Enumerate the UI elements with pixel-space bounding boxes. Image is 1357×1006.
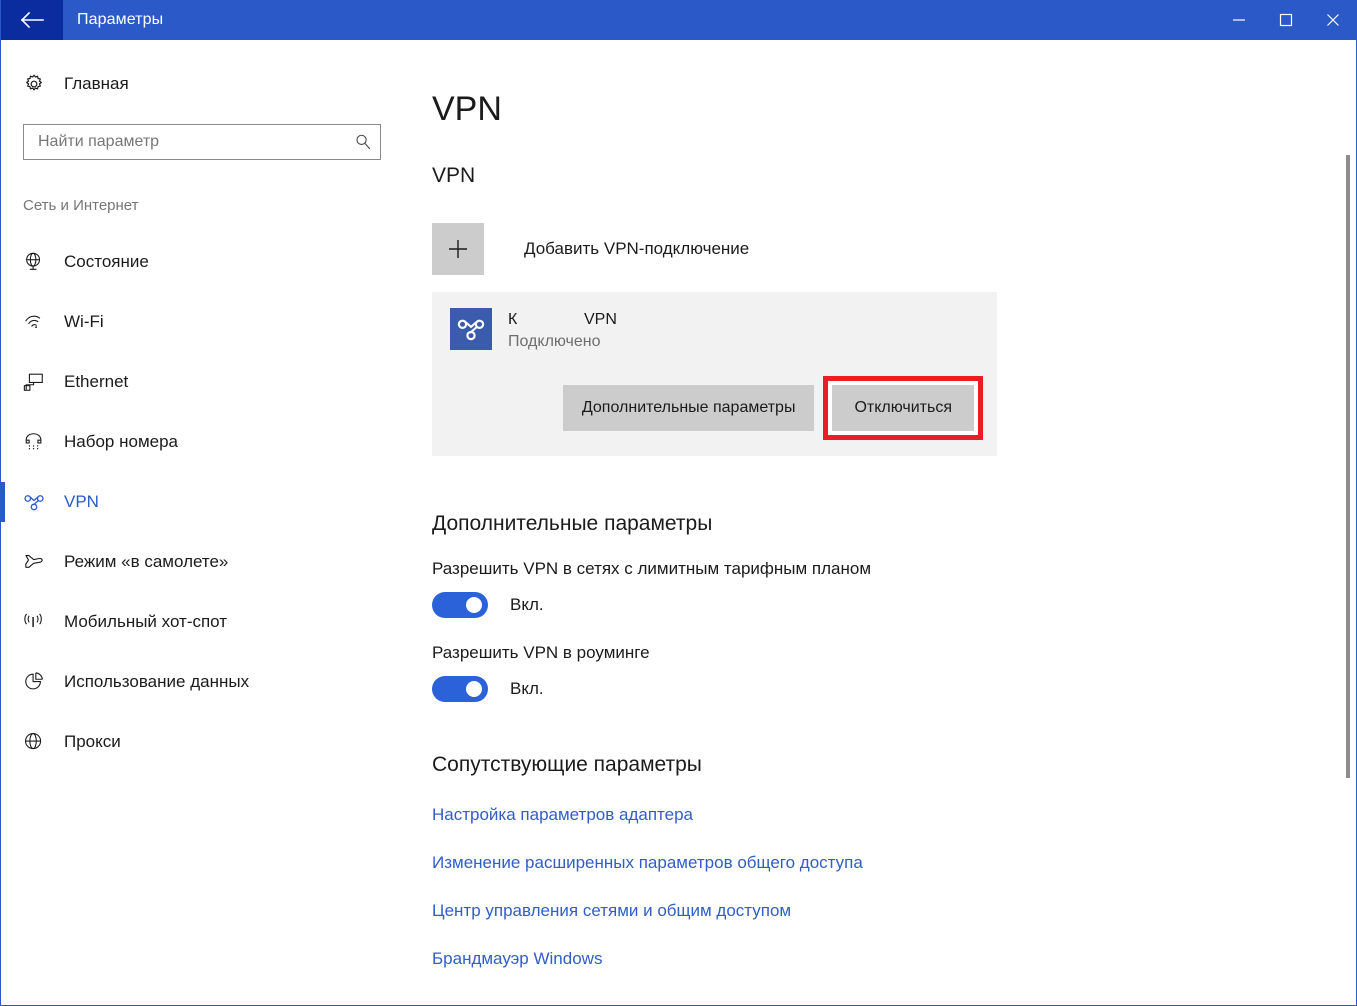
setting-label-metered: Разрешить VPN в сетях с лимитным тарифны… [432, 559, 872, 579]
sidebar-item-wifi-label: Wi-Fi [64, 312, 104, 331]
toggle-roaming[interactable] [432, 676, 488, 703]
vpn-connection-status: Подключено [508, 332, 601, 350]
airplane-icon [23, 551, 59, 573]
link-adapter-options[interactable]: Настройка параметров адаптера [432, 805, 693, 825]
related-settings-heading: Сопутствующие параметры [432, 753, 702, 777]
sidebar-item-home-label: Главная [64, 74, 129, 93]
toggle-row-roaming: Вкл. [432, 676, 1356, 703]
toggle-metered[interactable] [432, 592, 488, 619]
page-title: VPN [432, 90, 502, 128]
toggle-metered-state: Вкл. [510, 595, 544, 615]
sidebar-item-vpn[interactable]: VPN [1, 472, 410, 532]
disconnect-button[interactable]: Отключиться [832, 385, 974, 432]
sidebar-item-data-usage[interactable]: Использование данных [1, 652, 410, 712]
globe-icon [23, 731, 59, 753]
pie-chart-icon [23, 671, 59, 693]
sidebar-item-wifi[interactable]: Wi-Fi [1, 292, 410, 352]
app-title: Параметры [77, 11, 164, 28]
vpn-connection-card[interactable]: К VPN Подключено Дополнительные параметр… [432, 292, 997, 457]
sidebar-section-label: Сеть и Интернет [23, 197, 139, 214]
wifi-icon [23, 311, 59, 333]
advanced-options-heading: Дополнительные параметры [432, 512, 713, 536]
sidebar: Главная Сеть и Интернет [1, 40, 410, 1005]
sidebar-item-status[interactable]: Состояние [1, 232, 410, 292]
toggle-roaming-state: Вкл. [510, 679, 544, 699]
search-box[interactable] [23, 124, 381, 160]
toggle-knob [466, 681, 482, 698]
link-network-sharing-center[interactable]: Центр управления сетями и общим доступом [432, 901, 791, 921]
add-vpn-connection-label: Добавить VPN-подключение [524, 239, 750, 258]
plus-icon [432, 223, 484, 275]
back-arrow-icon [19, 10, 45, 30]
ethernet-icon [23, 371, 59, 393]
maximize-button[interactable] [1262, 0, 1309, 40]
sidebar-item-mobile-hotspot-label: Мобильный хот-спот [64, 612, 228, 631]
back-button[interactable] [1, 0, 63, 40]
sidebar-item-status-label: Состояние [64, 252, 149, 271]
sidebar-item-ethernet-label: Ethernet [64, 372, 129, 391]
title-bar: Параметры [1, 0, 1356, 40]
sidebar-item-mobile-hotspot[interactable]: Мобильный хот-спот [1, 592, 410, 652]
sidebar-item-airplane-mode-label: Режим «в самолете» [64, 552, 229, 571]
link-windows-firewall[interactable]: Брандмауэр Windows [432, 949, 602, 969]
hotspot-icon [23, 611, 59, 633]
add-vpn-connection-button[interactable]: Добавить VPN-подключение [432, 223, 997, 275]
sidebar-item-airplane-mode[interactable]: Режим «в самолете» [1, 532, 410, 592]
setting-label-roaming: Разрешить VPN в роуминге [432, 643, 650, 663]
scrollbar-thumb[interactable] [1346, 155, 1350, 778]
window-body: Главная Сеть и Интернет [1, 40, 1356, 1005]
sidebar-item-proxy[interactable]: Прокси [1, 712, 410, 772]
search-icon [350, 133, 372, 151]
vpn-connection-name: К VPN [508, 311, 617, 328]
sidebar-item-ethernet[interactable]: Ethernet [1, 352, 410, 412]
sidebar-item-dialup[interactable]: Набор номера [1, 412, 410, 472]
toggle-knob [466, 597, 482, 614]
globe-status-icon [23, 251, 59, 273]
gear-icon [23, 73, 59, 95]
disconnect-highlight-box: Отключиться [823, 376, 983, 441]
vpn-connection-info: К VPN Подключено [450, 308, 983, 352]
close-button[interactable] [1309, 0, 1356, 40]
sidebar-item-data-usage-label: Использование данных [64, 672, 250, 691]
dialup-phone-icon [23, 431, 59, 453]
vpn-knot-tile-icon [450, 308, 492, 350]
sidebar-item-proxy-label: Прокси [64, 732, 121, 751]
content-pane: VPN VPN Добавить VPN-подключение К VPN П… [410, 40, 1356, 1005]
vpn-connection-actions: Дополнительные параметры Отключиться [450, 376, 983, 441]
window-controls [1215, 0, 1356, 40]
minimize-button[interactable] [1215, 0, 1262, 40]
sidebar-item-dialup-label: Набор номера [64, 432, 178, 451]
sidebar-item-home[interactable]: Главная [1, 62, 410, 106]
vpn-group-heading: VPN [432, 164, 476, 187]
vpn-knot-icon [23, 491, 59, 513]
scrollbar-track[interactable] [1340, 40, 1356, 1005]
advanced-options-button[interactable]: Дополнительные параметры [562, 385, 815, 432]
toggle-row-metered: Вкл. [432, 592, 1356, 619]
sidebar-nav-list: Состояние Wi-Fi Ethernet Набор номера VP… [1, 232, 410, 772]
link-sharing-options[interactable]: Изменение расширенных параметров общего … [432, 853, 863, 873]
settings-window: Параметры Главная Найти параметр Сеть и … [0, 0, 1357, 1006]
sidebar-item-vpn-label: VPN [64, 492, 99, 511]
search-input[interactable] [36, 132, 350, 152]
